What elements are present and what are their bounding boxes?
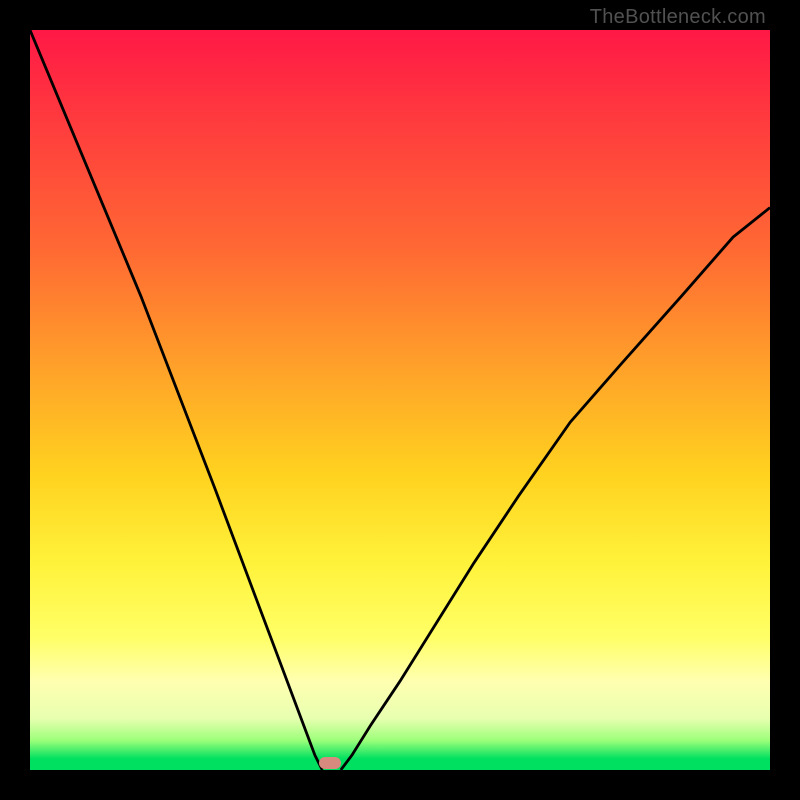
plot-area — [30, 30, 770, 770]
curve-left-branch — [30, 30, 322, 770]
curve-right-branch — [341, 208, 770, 770]
optimal-point-marker — [319, 757, 341, 769]
chart-outer-frame: TheBottleneck.com — [0, 0, 800, 800]
bottleneck-curve — [30, 30, 770, 770]
attribution-text: TheBottleneck.com — [590, 6, 766, 29]
